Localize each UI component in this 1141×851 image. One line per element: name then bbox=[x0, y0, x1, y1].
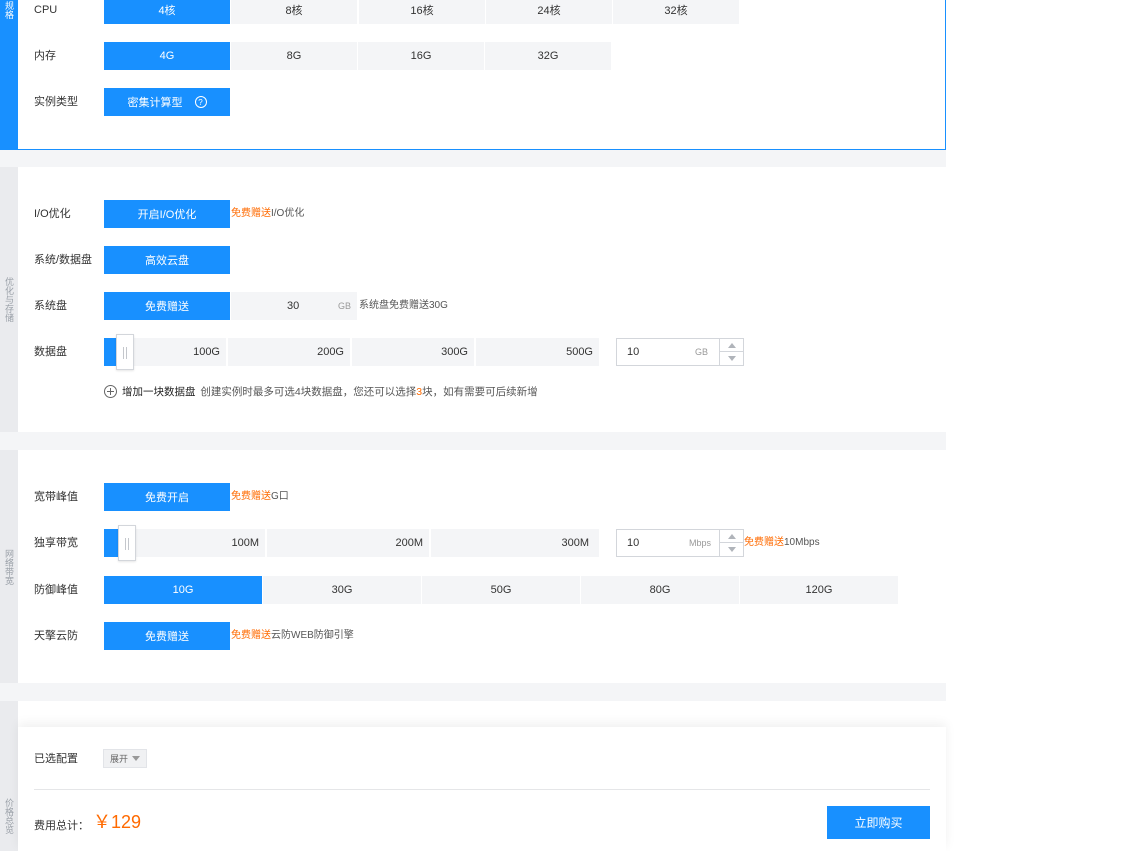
waf-note-highlight: 免费赠送 bbox=[231, 630, 271, 641]
cpu-option-24[interactable]: 24核 bbox=[486, 0, 612, 24]
tab-storage-label: 优化与存储 bbox=[4, 277, 14, 322]
io-optimize-option[interactable]: 开启I/O优化 bbox=[104, 200, 230, 228]
memory-option-4g[interactable]: 4G bbox=[104, 42, 230, 70]
system-disk-unit: GB bbox=[337, 301, 351, 311]
bandwidth-stepper[interactable]: 10 Mbps bbox=[616, 529, 744, 557]
total-price: ￥129 bbox=[93, 812, 142, 832]
data-disk-stepper[interactable]: 10 GB bbox=[616, 338, 744, 366]
io-label: I/O优化 bbox=[34, 208, 71, 220]
bandwidth-tick: 300M bbox=[561, 537, 589, 549]
cpu-option-16[interactable]: 16核 bbox=[359, 0, 485, 24]
cpu-label: CPU bbox=[34, 4, 58, 16]
buy-now-button[interactable]: 立即购买 bbox=[827, 806, 930, 839]
help-icon[interactable]: ? bbox=[194, 96, 207, 108]
bandwidth-spinner[interactable] bbox=[719, 530, 744, 556]
add-circle-icon[interactable] bbox=[104, 385, 117, 398]
data-disk-tick: 200G bbox=[228, 338, 352, 366]
decrement-icon[interactable] bbox=[728, 547, 736, 552]
selected-config-label: 已选配置 bbox=[34, 753, 78, 765]
io-note: 免费赠送I/O优化 bbox=[231, 208, 304, 220]
memory-label: 内存 bbox=[34, 50, 56, 62]
system-disk-value: 30 bbox=[287, 300, 300, 312]
increment-icon[interactable] bbox=[728, 343, 736, 348]
add-disk-note-tail: 块，如有需要可后续新增 bbox=[422, 386, 538, 398]
ddos-option-80g[interactable]: 80G bbox=[581, 576, 739, 604]
cloud-waf-option[interactable]: 免费赠送 bbox=[104, 622, 230, 650]
cpu-option-8[interactable]: 8核 bbox=[231, 0, 357, 24]
bandwidth-note-highlight: 免费赠送 bbox=[744, 537, 784, 548]
tab-network[interactable]: 网络带宽 bbox=[0, 450, 18, 683]
peak-note-rest: G口 bbox=[271, 491, 289, 502]
ddos-option-50g[interactable]: 50G bbox=[422, 576, 580, 604]
io-note-highlight: 免费赠送 bbox=[231, 208, 271, 219]
io-note-rest: I/O优化 bbox=[271, 208, 305, 219]
instance-type-label: 实例类型 bbox=[34, 96, 78, 108]
add-disk-link[interactable]: 增加一块数据盘 bbox=[122, 386, 196, 398]
bandwidth-note: 免费赠送10Mbps bbox=[744, 537, 820, 549]
peak-bandwidth-option[interactable]: 免费开启 bbox=[104, 483, 230, 511]
instance-type-option[interactable]: 密集计算型 ? bbox=[104, 88, 230, 116]
data-disk-slider-handle[interactable] bbox=[116, 334, 134, 370]
memory-option-8g[interactable]: 8G bbox=[231, 42, 357, 70]
decrement-icon[interactable] bbox=[728, 356, 736, 361]
tab-storage[interactable]: 优化与存储 bbox=[0, 167, 18, 432]
summary-top-strip bbox=[18, 701, 946, 727]
ddos-option-30g[interactable]: 30G bbox=[263, 576, 421, 604]
cloud-waf-label: 天擎云防 bbox=[34, 630, 78, 642]
bandwidth-unit: Mbps bbox=[689, 538, 712, 548]
bandwidth-value: 10 bbox=[627, 537, 640, 549]
cloud-waf-note: 免费赠送云防WEB防御引擎 bbox=[231, 630, 354, 642]
data-disk-tick: 500G bbox=[566, 346, 593, 358]
system-disk-size: 30 GB bbox=[231, 292, 357, 320]
ddos-option-120g[interactable]: 120G bbox=[740, 576, 898, 604]
section-gap bbox=[0, 683, 946, 701]
expand-button[interactable]: 展开 bbox=[103, 749, 147, 768]
spinner-divider bbox=[720, 542, 744, 543]
disk-type-label: 系统/数据盘 bbox=[34, 254, 93, 266]
peak-bandwidth-note: 免费赠送G口 bbox=[231, 491, 289, 503]
system-disk-option[interactable]: 免费赠送 bbox=[104, 292, 230, 320]
tab-summary-label: 价格总览 bbox=[4, 798, 14, 834]
tab-network-label: 网络带宽 bbox=[4, 548, 14, 585]
cpu-option-4[interactable]: 4核 bbox=[104, 0, 230, 24]
tab-spec-label: 规格 bbox=[4, 1, 14, 19]
ddos-option-10g[interactable]: 10G bbox=[104, 576, 262, 604]
section-gap bbox=[0, 150, 946, 167]
dedicated-bandwidth-label: 独享带宽 bbox=[34, 537, 78, 549]
section-gap bbox=[0, 432, 946, 450]
add-disk-note: 创建实例时最多可选4块数据盘，您还可以选择 bbox=[200, 386, 417, 398]
tab-summary[interactable]: 价格总览 bbox=[0, 701, 18, 851]
expand-label: 展开 bbox=[110, 754, 129, 764]
summary-divider bbox=[34, 789, 930, 790]
spinner-divider bbox=[720, 351, 744, 352]
peak-note-highlight: 免费赠送 bbox=[231, 491, 271, 502]
tab-spec[interactable]: 规格 bbox=[0, 0, 18, 150]
memory-option-32g[interactable]: 32G bbox=[485, 42, 611, 70]
caret-down-icon bbox=[132, 756, 141, 761]
waf-note-rest: 云防WEB防御引擎 bbox=[271, 630, 354, 641]
peak-bandwidth-label: 宽带峰值 bbox=[34, 491, 78, 503]
data-disk-spinner[interactable] bbox=[719, 339, 744, 365]
data-disk-tick: 300G bbox=[352, 338, 476, 366]
disk-type-option[interactable]: 高效云盘 bbox=[104, 246, 230, 274]
add-disk-row: 增加一块数据盘 创建实例时最多可选4块数据盘，您还可以选择3块，如有需要可后续新… bbox=[122, 386, 538, 398]
bandwidth-tick: 200M bbox=[267, 529, 431, 557]
total-label: 费用总计： bbox=[34, 820, 89, 832]
data-disk-unit: GB bbox=[695, 347, 709, 357]
instance-type-option-label: 密集计算型 bbox=[127, 97, 183, 109]
memory-option-16g[interactable]: 16G bbox=[358, 42, 484, 70]
system-disk-note: 系统盘免费赠送30G bbox=[359, 300, 448, 311]
increment-icon[interactable] bbox=[728, 534, 736, 539]
system-disk-label: 系统盘 bbox=[34, 300, 67, 312]
ddos-peak-label: 防御峰值 bbox=[34, 584, 78, 596]
data-disk-label: 数据盘 bbox=[34, 346, 67, 358]
bandwidth-note-rest: 10Mbps bbox=[784, 537, 820, 548]
cpu-option-32[interactable]: 32核 bbox=[613, 0, 739, 24]
bandwidth-slider-handle[interactable] bbox=[118, 525, 136, 561]
data-disk-value: 10 bbox=[627, 346, 640, 358]
